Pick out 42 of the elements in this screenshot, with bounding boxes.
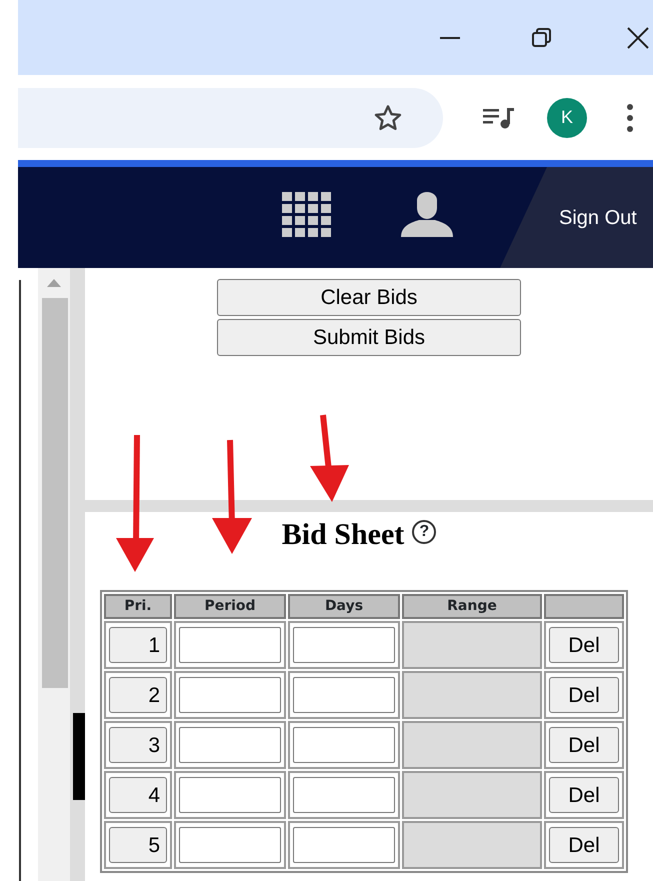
days-field[interactable]: [293, 727, 395, 763]
frame-scrollbar-thumb[interactable]: [73, 713, 85, 800]
delete-button[interactable]: Del: [549, 627, 619, 663]
column-header: Range: [402, 594, 542, 619]
days-field[interactable]: [293, 677, 395, 713]
priority-button[interactable]: 2: [109, 677, 167, 713]
sign-out-link[interactable]: Sign Out: [559, 203, 637, 233]
bid-action-button[interactable]: Submit Bids: [217, 319, 521, 356]
period-field[interactable]: [179, 777, 281, 813]
days-field[interactable]: [293, 777, 395, 813]
column-header: Days: [288, 594, 400, 619]
menu-icon[interactable]: [627, 104, 633, 132]
delete-button[interactable]: Del: [549, 727, 619, 763]
minimize-icon[interactable]: [440, 36, 460, 38]
priority-button[interactable]: 5: [109, 827, 167, 863]
period-field[interactable]: [179, 677, 281, 713]
star-icon[interactable]: [373, 104, 403, 132]
delete-button[interactable]: Del: [549, 777, 619, 813]
app-grid-icon[interactable]: [282, 192, 332, 237]
scrollbar-thumb[interactable]: [42, 298, 68, 688]
close-icon[interactable]: [627, 26, 649, 48]
column-header: Period: [174, 594, 286, 619]
priority-button[interactable]: 1: [109, 627, 167, 663]
days-field[interactable]: [293, 827, 395, 863]
days-field[interactable]: [293, 627, 395, 663]
scroll-up-icon[interactable]: [47, 279, 61, 287]
priority-button[interactable]: 3: [109, 727, 167, 763]
sheet-title: Bid Sheet: [282, 518, 404, 551]
period-field[interactable]: [179, 827, 281, 863]
user-icon[interactable]: [401, 192, 453, 237]
delete-button[interactable]: Del: [549, 827, 619, 863]
delete-button[interactable]: Del: [549, 677, 619, 713]
restore-icon[interactable]: [532, 28, 552, 48]
playlist-icon[interactable]: [483, 106, 514, 128]
priority-button[interactable]: 4: [109, 777, 167, 813]
profile-avatar[interactable]: K: [547, 98, 587, 138]
period-field[interactable]: [179, 727, 281, 763]
period-field[interactable]: [179, 627, 281, 663]
scrollbar[interactable]: [38, 268, 70, 881]
bid-action-button[interactable]: Clear Bids: [217, 279, 521, 316]
help-icon[interactable]: ?: [412, 520, 436, 544]
column-header: Pri.: [104, 594, 172, 619]
